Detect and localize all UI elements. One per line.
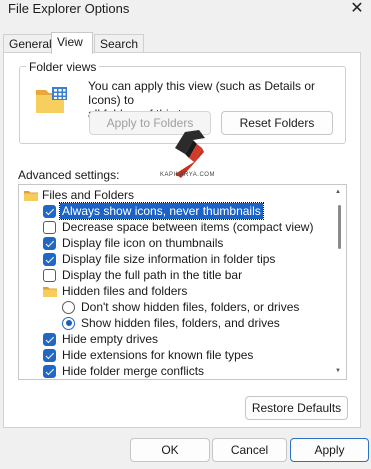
radio-selected[interactable] — [62, 316, 75, 330]
tab-view[interactable]: View — [51, 32, 93, 54]
advanced-settings-tree[interactable]: Files and Folders Always show icons, nev… — [18, 184, 347, 380]
folder-view-icon — [36, 87, 67, 113]
checkbox-checked[interactable] — [43, 332, 56, 346]
folder-views-description-line1: You can apply this view (such as Details… — [88, 79, 316, 107]
ok-button[interactable]: OK — [130, 438, 210, 462]
cancel-button[interactable]: Cancel — [212, 438, 287, 462]
checkbox-checked[interactable] — [43, 364, 56, 378]
advanced-settings-heading: Advanced settings: — [18, 168, 120, 182]
reset-folders-button[interactable]: Reset Folders — [221, 111, 333, 135]
checkbox-checked[interactable] — [43, 348, 56, 362]
tree-option-label: Display the full path in the title bar — [62, 268, 243, 282]
scroll-up-icon[interactable]: ▲ — [335, 189, 341, 195]
tree-option-label: Don't show hidden files, folders, or dri… — [81, 300, 300, 314]
watermark-text: KAPILARYA.COM — [160, 172, 215, 178]
restore-defaults-button[interactable]: Restore Defaults — [245, 396, 348, 420]
tree-option-label: Hide folder merge conflicts — [62, 364, 205, 378]
tree-option-label: Display file size information in folder … — [62, 252, 276, 266]
checkbox-unchecked[interactable] — [43, 268, 56, 282]
tree-option-label: Always show icons, never thumbnails — [59, 202, 264, 220]
tab-general[interactable]: General — [3, 34, 58, 53]
checkbox-unchecked[interactable] — [43, 220, 56, 234]
close-icon[interactable]: ✕ — [346, 0, 368, 20]
checkbox-checked[interactable] — [43, 236, 56, 250]
checkbox-checked[interactable] — [43, 252, 56, 266]
radio-unselected[interactable] — [62, 300, 75, 314]
folder-views-heading: Folder views — [26, 60, 100, 74]
folder-icon — [43, 287, 57, 297]
tree-folder-label: Hidden files and folders — [62, 284, 188, 298]
tree-option-label: Hide extensions for known file types — [62, 348, 254, 362]
apply-button[interactable]: Apply — [290, 438, 369, 462]
tree-option-label: Hide empty drives — [62, 332, 159, 346]
folder-icon — [24, 191, 38, 201]
tree-option-label: Show hidden files, folders, and drives — [81, 316, 280, 330]
checkbox-checked[interactable] — [43, 204, 56, 218]
window-title: File Explorer Options — [8, 1, 130, 16]
tab-search[interactable]: Search — [94, 34, 145, 53]
tree-option-label: Decrease space between items (compact vi… — [62, 220, 314, 234]
tree-option-label: Display file icon on thumbnails — [62, 236, 224, 250]
scrollbar-thumb[interactable] — [338, 205, 341, 249]
scroll-down-icon[interactable]: ▼ — [335, 368, 341, 374]
tab-bar: General View Search — [0, 32, 371, 54]
tree-folder-label: Files and Folders — [42, 188, 135, 202]
